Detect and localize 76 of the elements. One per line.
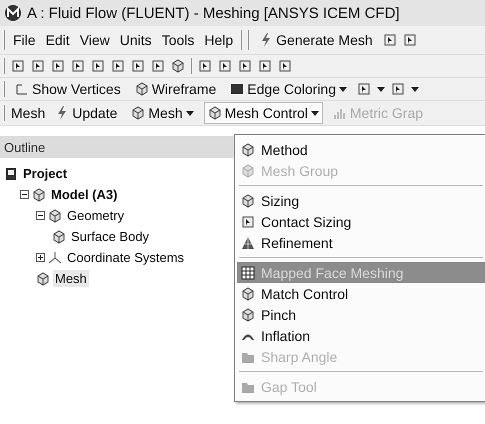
tool-icon <box>391 82 406 96</box>
tree-item[interactable]: Mesh <box>53 270 89 287</box>
cube-icon <box>208 106 222 120</box>
book-icon <box>4 166 18 180</box>
generate-mesh-button[interactable]: Generate Mesh <box>255 29 377 51</box>
toolbar-button[interactable]: Update <box>51 102 122 124</box>
caret-icon <box>339 86 348 92</box>
menu-item[interactable]: Edit <box>44 32 72 48</box>
tool-icon <box>111 59 125 73</box>
menu-item[interactable]: Inflation <box>237 325 485 346</box>
expand-toggle[interactable] <box>36 253 45 262</box>
grid-icon <box>241 266 255 280</box>
menu-item[interactable]: Sizing <box>237 190 485 211</box>
menu-item[interactable]: Contact Sizing <box>237 211 485 232</box>
menu-item[interactable]: Tools <box>160 32 196 48</box>
cube-icon <box>52 230 66 244</box>
tool-icon <box>357 82 372 96</box>
toolbar-button[interactable]: Mesh <box>127 102 198 124</box>
expand-toggle[interactable] <box>20 190 29 199</box>
tool-icon <box>382 33 397 47</box>
tool-icon <box>151 59 165 73</box>
menu-item[interactable]: Pinch <box>237 304 485 325</box>
toolbar-title: Mesh <box>11 105 46 121</box>
tool-icon <box>241 214 255 228</box>
tool-icon <box>278 59 292 73</box>
menu-item[interactable]: File <box>11 32 38 48</box>
tool-icon <box>31 59 45 73</box>
cube-icon <box>36 272 50 286</box>
toolbar-button[interactable]: Show Vertices <box>11 78 125 100</box>
caret-icon <box>310 110 319 116</box>
menu-item[interactable]: Help <box>202 32 236 48</box>
cube-icon <box>241 308 255 322</box>
tool-icon <box>71 59 85 73</box>
tree-item[interactable]: Project <box>21 165 70 182</box>
toolbar-button[interactable]: Edge Coloring <box>226 78 352 100</box>
tree-item[interactable]: Coordinate Systems <box>65 249 186 266</box>
menu-item[interactable]: Units <box>118 32 154 48</box>
vertex-icon <box>15 82 29 96</box>
expand-toggle[interactable] <box>36 211 45 220</box>
bars-icon <box>332 106 347 120</box>
cube-icon <box>241 194 255 208</box>
tool-icon <box>402 33 417 47</box>
cube-icon <box>241 142 255 156</box>
axes-icon <box>48 250 62 264</box>
outline-title: Outline <box>4 140 46 154</box>
tool-icon <box>258 59 272 73</box>
caret-icon <box>186 110 194 116</box>
cube-icon <box>241 286 255 300</box>
square-icon <box>230 82 244 96</box>
tool-icon <box>238 59 252 73</box>
triangle-icon <box>241 236 255 250</box>
tool-icon <box>51 59 65 73</box>
app-logo-icon <box>4 4 22 22</box>
toolbar-button[interactable]: Mesh Control <box>204 102 323 124</box>
tool-icon <box>131 59 145 73</box>
cube-icon <box>241 164 255 178</box>
menu-item[interactable]: Method <box>237 139 485 160</box>
caret-icon <box>411 86 420 92</box>
cube-icon <box>171 59 185 73</box>
tool-icon <box>218 59 232 73</box>
tree-item[interactable]: Geometry <box>65 207 126 224</box>
menu-item[interactable]: View <box>78 32 112 48</box>
menu-item[interactable]: Refinement <box>237 232 485 253</box>
tree-item[interactable]: Surface Body <box>69 228 152 245</box>
tree-item[interactable]: Model (A3) <box>49 186 120 203</box>
tool-icon <box>198 59 212 73</box>
window-title: A : Fluid Flow (FLUENT) - Meshing [ANSYS ICEM CFD] <box>27 4 400 22</box>
cube-icon <box>48 208 62 222</box>
toolbar-button[interactable]: Wireframe <box>130 78 220 100</box>
cube-icon <box>131 106 146 120</box>
menu-item[interactable]: Match Control <box>237 283 485 304</box>
tool-icon <box>91 59 105 73</box>
tool-icon <box>11 59 25 73</box>
cube-icon <box>134 82 149 96</box>
cube-icon <box>32 188 46 202</box>
caret-icon <box>377 86 386 92</box>
